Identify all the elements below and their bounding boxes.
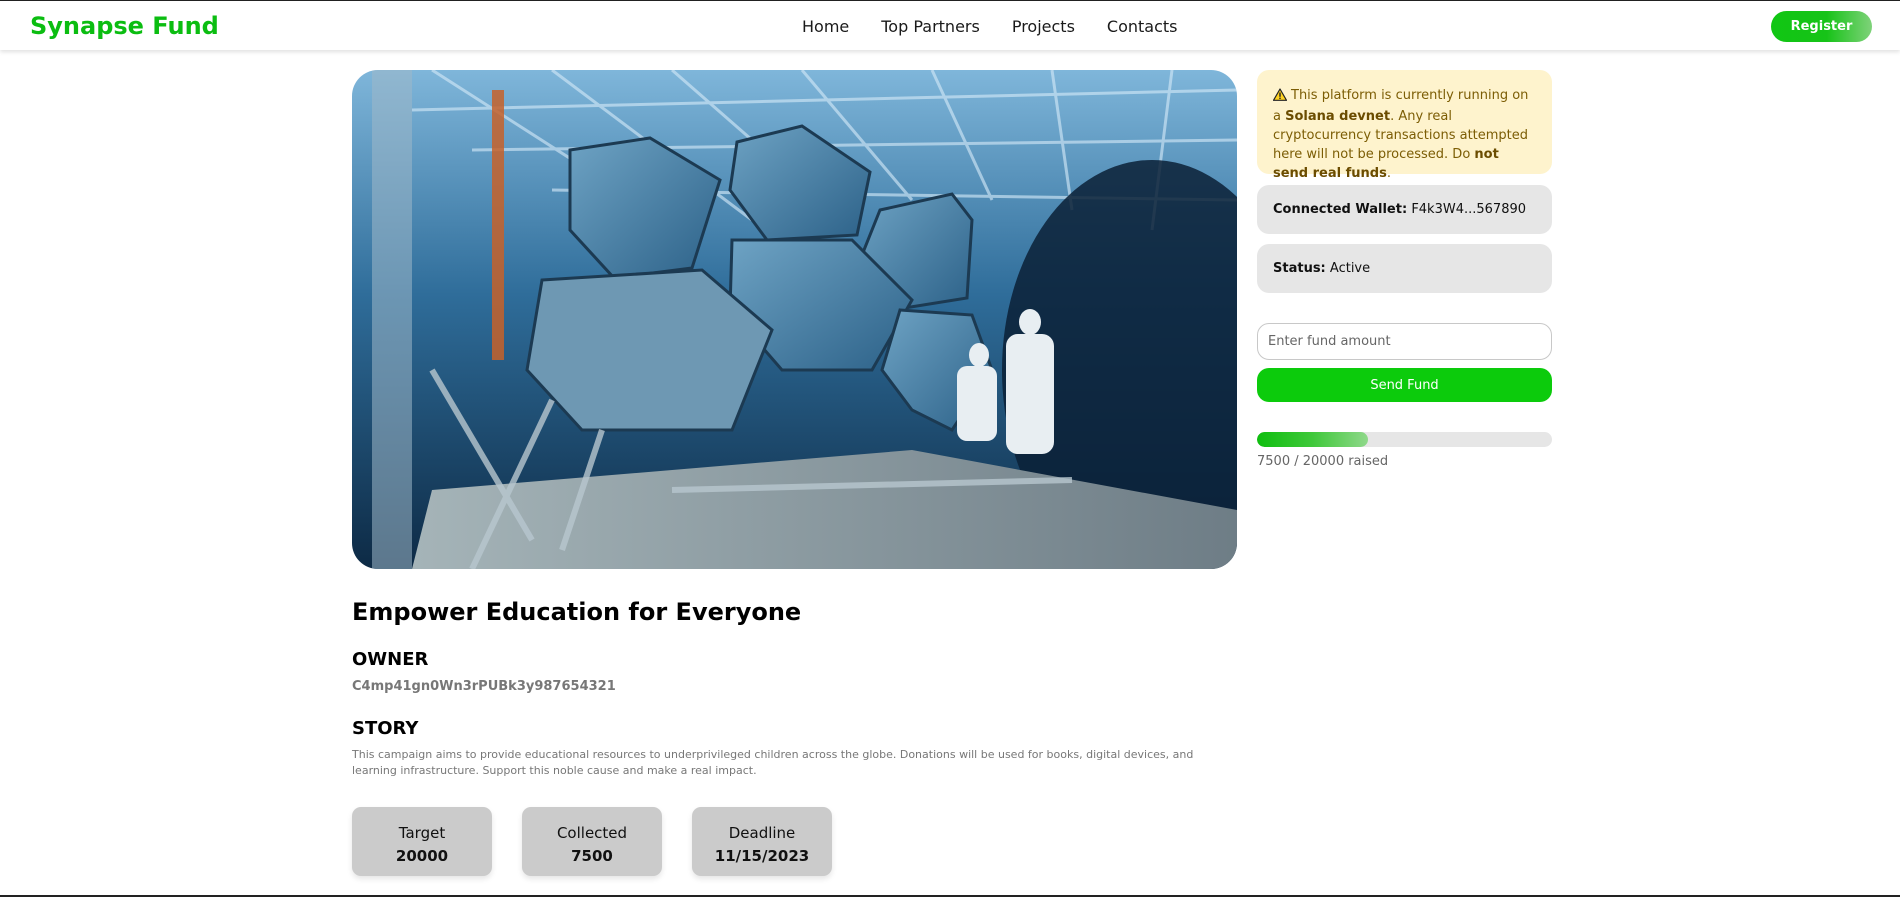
connected-wallet-pill: Connected Wallet: F4k3W4...567890	[1257, 185, 1552, 234]
nav-projects[interactable]: Projects	[1012, 17, 1075, 36]
top-navbar: Synapse Fund Home Top Partners Projects …	[0, 1, 1900, 50]
warning-text-post: .	[1386, 166, 1391, 181]
project-hero-image	[352, 70, 1237, 569]
stat-value: 20000	[395, 847, 449, 865]
funding-progress-text: 7500 / 20000 raised	[1257, 454, 1389, 469]
hero-illustration	[352, 70, 1237, 569]
stat-value: 11/15/2023	[714, 847, 810, 865]
stat-card-collected: Collected 7500	[522, 807, 662, 876]
stat-label: Deadline	[728, 824, 796, 842]
owner-address: C4mp41gn0Wn3rPUBk3y987654321	[352, 679, 616, 694]
stat-label: Target	[398, 824, 446, 842]
warning-network: Solana devnet	[1285, 109, 1391, 124]
fund-amount-input[interactable]	[1257, 323, 1552, 360]
story-heading: STORY	[352, 718, 419, 739]
funding-progress-fill	[1257, 432, 1368, 447]
brand-logo[interactable]: Synapse Fund	[30, 12, 219, 40]
wallet-label: Connected Wallet:	[1273, 202, 1408, 217]
nav-links: Home Top Partners Projects Contacts	[802, 17, 1178, 36]
register-button[interactable]: Register	[1771, 11, 1872, 42]
project-title: Empower Education for Everyone	[352, 598, 802, 626]
warning-triangle-icon	[1272, 88, 1288, 107]
status-pill: Status: Active	[1257, 244, 1552, 293]
stat-card-target: Target 20000	[352, 807, 492, 876]
stat-card-deadline: Deadline 11/15/2023	[692, 807, 832, 876]
owner-heading: OWNER	[352, 649, 429, 670]
wallet-address: F4k3W4...567890	[1411, 202, 1527, 217]
nav-top-partners[interactable]: Top Partners	[881, 17, 980, 36]
send-fund-button[interactable]: Send Fund	[1257, 368, 1552, 402]
funding-progress-bar	[1257, 432, 1552, 447]
stat-label: Collected	[556, 824, 628, 842]
nav-contacts[interactable]: Contacts	[1107, 17, 1178, 36]
status-value: Active	[1329, 261, 1371, 276]
stat-value: 7500	[571, 847, 613, 865]
nav-home[interactable]: Home	[802, 17, 849, 36]
story-text: This campaign aims to provide educationa…	[352, 748, 1194, 777]
devnet-warning: This platform is currently running on a …	[1257, 70, 1552, 181]
status-label: Status:	[1273, 261, 1326, 276]
page: Synapse Fund Home Top Partners Projects …	[0, 0, 1900, 897]
